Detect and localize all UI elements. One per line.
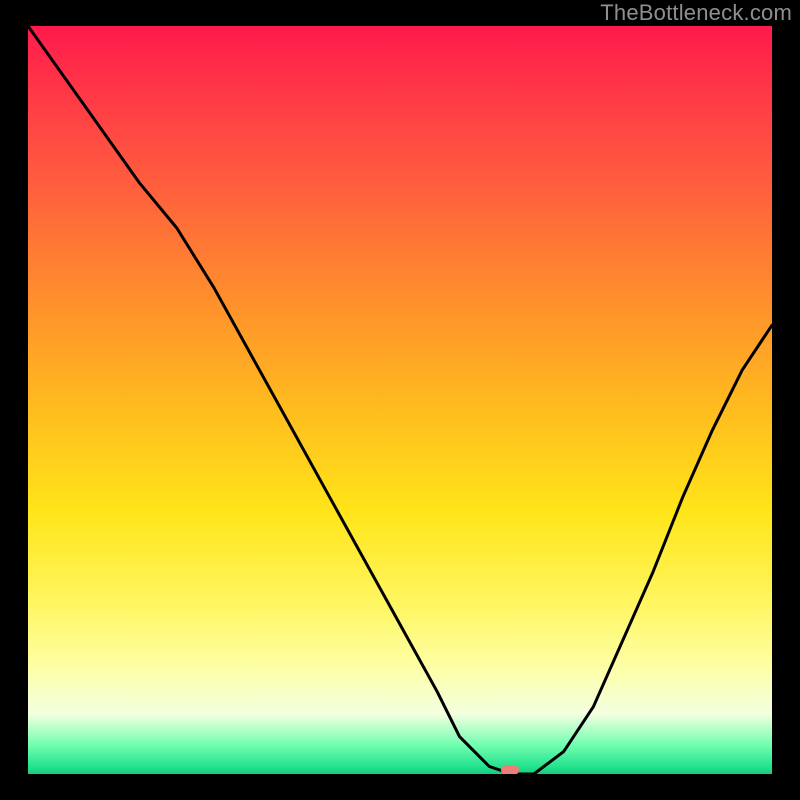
optimal-marker xyxy=(501,765,519,774)
plot-area xyxy=(28,26,772,774)
bottleneck-curve xyxy=(28,26,772,774)
watermark-text: TheBottleneck.com xyxy=(600,0,792,26)
chart-frame: TheBottleneck.com xyxy=(0,0,800,800)
